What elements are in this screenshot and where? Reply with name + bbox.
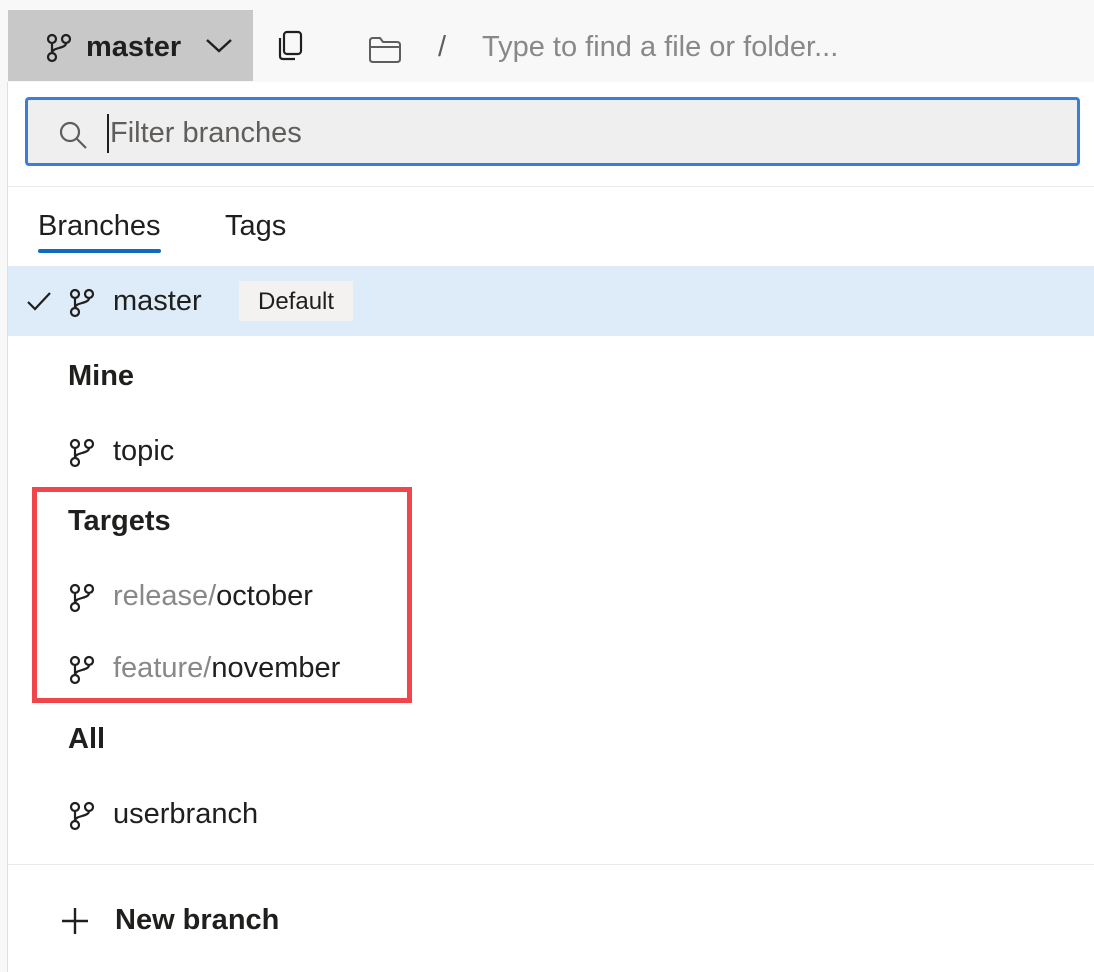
- divider: [8, 864, 1094, 865]
- git-branch-icon: [69, 655, 95, 685]
- default-badge: Default: [239, 281, 354, 321]
- branch-leaf-name: october: [216, 580, 313, 612]
- branch-item-userbranch[interactable]: userbranch: [8, 779, 1094, 849]
- git-branch-icon: [46, 33, 72, 63]
- new-branch-label: New branch: [115, 904, 280, 936]
- chevron-down-icon: [204, 36, 234, 56]
- git-branch-icon: [69, 438, 95, 468]
- branch-prefix: release/: [113, 580, 217, 612]
- filter-branches-field[interactable]: [25, 97, 1080, 166]
- git-branch-icon: [69, 288, 95, 318]
- tab-tags[interactable]: Tags: [225, 210, 286, 243]
- branch-name: topic: [113, 435, 175, 467]
- folder-icon[interactable]: [368, 36, 402, 64]
- branch-name: release/october: [113, 580, 313, 613]
- branch-name: userbranch: [113, 798, 259, 830]
- git-branch-icon: [69, 583, 95, 613]
- branch-prefix: feature/: [113, 652, 212, 684]
- branch-dropdown-panel: Branches Tags master Default Mine topic …: [7, 82, 1094, 972]
- plus-icon: [60, 906, 90, 936]
- branch-item-feature-november[interactable]: feature/november: [8, 633, 1094, 703]
- new-branch-button[interactable]: New branch: [8, 882, 1094, 962]
- copy-icon[interactable]: [277, 30, 305, 62]
- group-heading-mine: Mine: [68, 360, 135, 392]
- file-path-input[interactable]: [482, 31, 1042, 64]
- git-branch-icon: [69, 801, 95, 831]
- branch-leaf-name: november: [211, 652, 341, 684]
- branch-name: feature/november: [113, 652, 340, 685]
- text-caret: [107, 114, 109, 153]
- branch-name: master: [113, 285, 202, 317]
- divider: [8, 186, 1094, 187]
- checkmark-icon: [26, 290, 52, 312]
- branch-item-master[interactable]: master Default: [8, 266, 1094, 336]
- group-heading-targets: Targets: [68, 505, 171, 537]
- branch-item-release-october[interactable]: release/october: [8, 561, 1094, 631]
- path-separator: /: [438, 31, 447, 63]
- toolbar: master /: [0, 0, 1094, 82]
- branch-item-topic[interactable]: topic: [8, 416, 1094, 486]
- branch-selector-label: master: [86, 31, 182, 63]
- branch-selector-button[interactable]: master: [8, 10, 253, 81]
- search-icon: [58, 120, 88, 150]
- group-heading-all: All: [68, 723, 106, 755]
- filter-branches-input[interactable]: [110, 117, 1010, 150]
- tab-branches[interactable]: Branches: [38, 210, 161, 253]
